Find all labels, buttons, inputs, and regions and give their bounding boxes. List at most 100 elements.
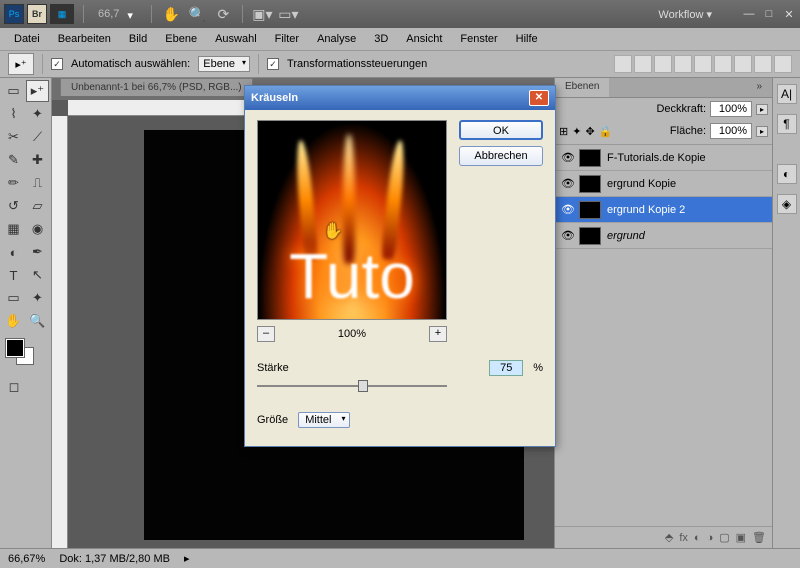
align-icon[interactable] [754, 55, 772, 73]
align-icon[interactable] [674, 55, 692, 73]
trash-icon[interactable]: 🗑 [752, 531, 766, 544]
minibridge-icon[interactable]: ▦ [50, 4, 74, 24]
eraser-tool[interactable]: ▱ [26, 195, 49, 217]
hand-tool[interactable]: ✋ [2, 310, 25, 332]
fx-icon[interactable]: fx [679, 532, 688, 544]
history-tool[interactable]: ↺ [2, 195, 25, 217]
minimize-button[interactable]: — [742, 8, 756, 21]
lock-move-icon[interactable]: ✥ [585, 125, 594, 138]
styles-panel-icon[interactable]: ◈ [777, 194, 797, 214]
panel-menu-icon[interactable]: » [746, 78, 772, 97]
menu-auswahl[interactable]: Auswahl [207, 30, 265, 48]
screen-icon[interactable]: ▭▾ [279, 5, 297, 23]
layers-tab[interactable]: Ebenen [555, 78, 609, 97]
lasso-tool[interactable]: ⌇ [2, 103, 25, 125]
lock-icon[interactable]: ✦ [572, 125, 581, 138]
brush-tool[interactable]: ✏ [2, 172, 25, 194]
mask-icon[interactable]: ◐ [694, 532, 701, 544]
folder-icon[interactable]: ▢ [719, 531, 729, 544]
opacity-input[interactable]: 100% [710, 101, 752, 117]
type-tool[interactable]: T [2, 264, 25, 286]
eyedropper-tool[interactable]: ✎ [2, 149, 25, 171]
rotate-icon[interactable]: ⟳ [214, 5, 232, 23]
layer-row[interactable]: 👁F-Tutorials.de Kopie [555, 145, 772, 171]
move-tool[interactable]: ▸⁺ [26, 80, 49, 102]
dialog-close-icon[interactable]: ✕ [529, 90, 549, 106]
lock-icon[interactable]: ⊞ [559, 125, 568, 138]
3d-tool[interactable]: ✦ [26, 287, 49, 309]
hand-icon[interactable]: ✋ [162, 5, 180, 23]
adjust-icon[interactable]: ◑ [707, 532, 714, 544]
gradient-tool[interactable]: ▦ [2, 218, 25, 240]
layer-row[interactable]: 👁ergrund Kopie 2 [555, 197, 772, 223]
zoom-in-button[interactable]: + [429, 326, 447, 342]
menu-ansicht[interactable]: Ansicht [398, 30, 450, 48]
stamp-tool[interactable]: ⎍ [26, 172, 49, 194]
menu-filter[interactable]: Filter [267, 30, 307, 48]
visibility-icon[interactable]: 👁 [561, 151, 573, 164]
bridge-icon[interactable]: Br [27, 4, 47, 24]
zoom-icon[interactable]: 🔍 [188, 5, 206, 23]
visibility-icon[interactable]: 👁 [561, 229, 573, 242]
arrange-icon[interactable]: ▣▾ [253, 5, 271, 23]
swatch-panel-icon[interactable]: ◐ [777, 164, 797, 184]
align-icon[interactable] [774, 55, 792, 73]
cancel-button[interactable]: Abbrechen [459, 146, 543, 166]
align-icon[interactable] [714, 55, 732, 73]
auto-select-dropdown[interactable]: Ebene [198, 56, 250, 72]
menu-analyse[interactable]: Analyse [309, 30, 364, 48]
strength-input[interactable]: 75 [489, 360, 523, 376]
blur-tool[interactable]: ◉ [26, 218, 49, 240]
align-icon[interactable] [654, 55, 672, 73]
transform-checkbox[interactable]: ✓ [267, 58, 279, 70]
layer-row[interactable]: 👁ergrund [555, 223, 772, 249]
new-layer-icon[interactable]: ▣ [736, 531, 746, 544]
align-icon[interactable] [694, 55, 712, 73]
fill-input[interactable]: 100% [710, 123, 752, 139]
auto-select-checkbox[interactable]: ✓ [51, 58, 63, 70]
shape-tool[interactable]: ▭ [2, 287, 25, 309]
menu-3d[interactable]: 3D [366, 30, 396, 48]
maximize-button[interactable]: □ [762, 8, 776, 21]
size-dropdown[interactable]: Mittel [298, 412, 350, 428]
align-icon[interactable] [614, 55, 632, 73]
zoom-tool[interactable]: 🔍 [26, 310, 49, 332]
slice-tool[interactable]: ⟋ [26, 126, 49, 148]
heal-tool[interactable]: ✚ [26, 149, 49, 171]
workspace-switcher[interactable]: Workflow ▾ [658, 8, 712, 21]
move-tool-indicator[interactable]: ▸⁺ [8, 53, 34, 75]
visibility-icon[interactable]: 👁 [561, 203, 573, 216]
menu-ebene[interactable]: Ebene [157, 30, 205, 48]
align-icon[interactable] [734, 55, 752, 73]
menu-datei[interactable]: Datei [6, 30, 48, 48]
link-icon[interactable]: ⬘ [665, 531, 673, 544]
pen-tool[interactable]: ✒ [26, 241, 49, 263]
ps-icon[interactable]: Ps [4, 4, 24, 24]
status-zoom[interactable]: 66,67% [8, 553, 45, 565]
close-button[interactable]: ✕ [782, 8, 796, 21]
ok-button[interactable]: OK [459, 120, 543, 140]
quickmask-tool[interactable]: ◻ [2, 376, 26, 398]
lock-all-icon[interactable]: 🔒 [599, 125, 613, 138]
visibility-icon[interactable]: 👁 [561, 177, 573, 190]
menu-fenster[interactable]: Fenster [452, 30, 505, 48]
zoom-level[interactable]: 66,7 [98, 8, 119, 20]
zoom-dropdown[interactable]: ▾ [127, 9, 137, 19]
path-tool[interactable]: ↖ [26, 264, 49, 286]
menu-hilfe[interactable]: Hilfe [508, 30, 546, 48]
marquee-tool[interactable]: ▭ [2, 80, 25, 102]
document-tab[interactable]: Unbenannt-1 bei 66,7% (PSD, RGB...) [60, 78, 253, 96]
dodge-tool[interactable]: ◐ [2, 241, 25, 263]
character-panel-icon[interactable]: A| [777, 84, 797, 104]
align-icon[interactable] [634, 55, 652, 73]
filter-preview[interactable]: Tuto ✋ [257, 120, 447, 320]
strength-slider[interactable] [257, 378, 447, 394]
wand-tool[interactable]: ✦ [26, 103, 49, 125]
crop-tool[interactable]: ✂ [2, 126, 25, 148]
menu-bearbeiten[interactable]: Bearbeiten [50, 30, 119, 48]
opacity-arrow[interactable]: ▸ [756, 104, 768, 115]
color-swatches[interactable] [2, 337, 49, 369]
menu-bild[interactable]: Bild [121, 30, 155, 48]
paragraph-panel-icon[interactable]: ¶ [777, 114, 797, 134]
zoom-out-button[interactable]: – [257, 326, 275, 342]
